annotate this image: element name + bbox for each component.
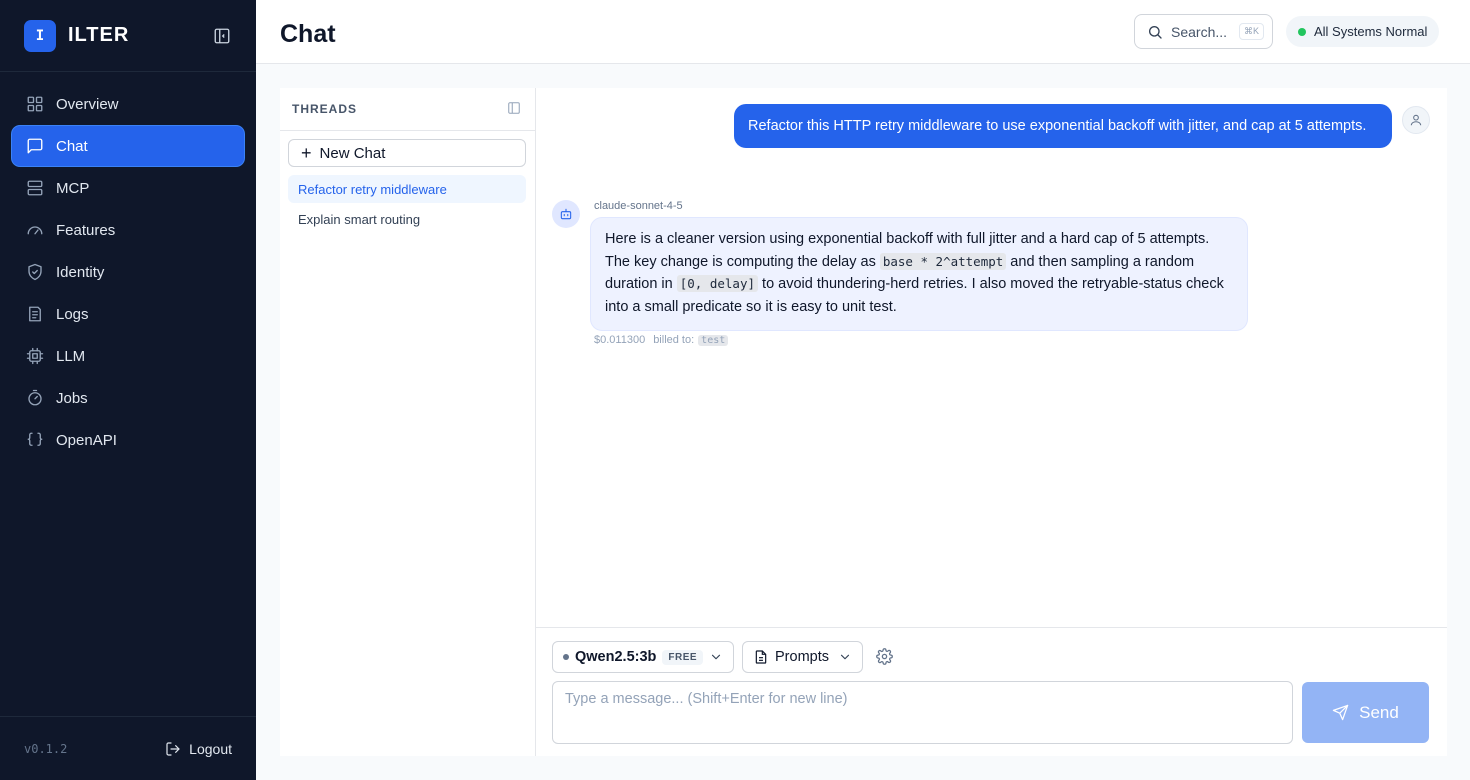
gear-icon (876, 648, 893, 665)
sidebar-item-identity[interactable]: Identity (12, 252, 244, 292)
sidebar-item-label: MCP (56, 179, 90, 197)
status-text: All Systems Normal (1314, 24, 1428, 39)
threads-title: THREADS (292, 102, 358, 116)
brand-logo: I (24, 19, 56, 52)
sidebar-footer: v0.1.2 Logout (0, 716, 256, 780)
message-meta: $0.011300 billed to: test (594, 334, 729, 346)
threads-collapse-button[interactable] (507, 101, 523, 117)
thread-list: Refactor retry middleware Explain smart … (280, 175, 535, 233)
model-name: Qwen2.5:3b (575, 649, 657, 665)
sidebar-item-label: Identity (56, 263, 105, 281)
sidebar-item-mcp[interactable]: MCP (12, 168, 244, 208)
gauge-icon (27, 226, 43, 235)
chevron-down-icon (840, 654, 850, 660)
sidebar-item-label: Features (56, 221, 116, 239)
logout-icon (166, 741, 180, 756)
sidebar-item-llm[interactable]: LLM (12, 336, 244, 376)
sidebar-item-label: Jobs (56, 389, 88, 407)
chevron-down-icon (711, 654, 721, 660)
grid-icon (27, 96, 43, 112)
message-cost: $0.011300 (594, 334, 646, 346)
prompts-label: Prompts (775, 649, 829, 665)
plus-icon: + (301, 142, 312, 163)
logs-icon (29, 306, 41, 322)
sidebar-item-label: OpenAPI (56, 431, 117, 449)
inline-code: [0, delay] (676, 275, 759, 292)
sidebar-item-label: Logs (56, 305, 89, 323)
prompts-button[interactable]: Prompts (742, 641, 863, 673)
sidebar-nav: Overview Chat MCP Features Identity Logs… (0, 72, 256, 474)
sidebar-item-features[interactable]: Features (12, 210, 244, 250)
sidebar-item-chat[interactable]: Chat (12, 126, 244, 166)
new-chat-button[interactable]: + New Chat (288, 139, 526, 167)
billed-label: billed to: (653, 334, 695, 346)
timer-icon (28, 389, 42, 406)
search-placeholder: Search... (1171, 23, 1228, 40)
server-icon (27, 180, 43, 196)
new-chat-label: New Chat (319, 144, 386, 162)
send-icon (1332, 704, 1349, 721)
user-avatar (1402, 106, 1430, 134)
search-input[interactable]: Search... ⌘K (1134, 14, 1273, 49)
chat-area: Refactor this HTTP retry middleware to u… (536, 88, 1447, 756)
send-button[interactable]: Send (1302, 682, 1429, 743)
sidebar-item-label: LLM (56, 347, 86, 365)
send-label: Send (1359, 702, 1399, 722)
version-label: v0.1.2 (24, 741, 68, 756)
assistant-model-label: claude-sonnet-4-5 (594, 200, 683, 212)
braces-icon (27, 432, 43, 446)
sidebar-item-overview[interactable]: Overview (12, 84, 244, 124)
message-input[interactable] (552, 681, 1293, 744)
shield-icon (28, 263, 42, 281)
sidebar-item-openapi[interactable]: OpenAPI (12, 420, 244, 460)
sidebar-item-label: Chat (56, 137, 88, 155)
model-status-dot (563, 654, 569, 660)
inline-code: base * 2^attempt (879, 252, 1007, 270)
chat-icon (27, 138, 43, 154)
logout-label: Logout (189, 740, 232, 757)
settings-button[interactable] (876, 648, 894, 666)
sidebar-item-jobs[interactable]: Jobs (12, 378, 244, 418)
assistant-avatar (552, 200, 580, 228)
brand: I ILTER (0, 0, 256, 72)
threads-panel: THREADS + New Chat Refactor retry middle… (280, 88, 536, 756)
billed-to-tag: test (698, 334, 729, 346)
thread-item-explain-smart-routing[interactable]: Explain smart routing (288, 205, 526, 233)
sidebar-collapse-button[interactable] (212, 26, 232, 46)
assistant-message: Here is a cleaner version using exponent… (590, 217, 1248, 331)
cpu-icon (26, 347, 44, 365)
sidebar-item-label: Overview (56, 95, 119, 113)
panel-left-icon (508, 102, 520, 114)
model-badge: FREE (662, 649, 704, 665)
model-select[interactable]: Qwen2.5:3b FREE (552, 641, 734, 673)
search-icon (1149, 25, 1162, 39)
sidebar-item-logs[interactable]: Logs (12, 294, 244, 334)
document-icon (755, 650, 767, 664)
threads-header: THREADS (280, 88, 535, 131)
top-header: Chat Search... ⌘K All Systems Normal (256, 0, 1470, 64)
page-title: Chat (280, 20, 336, 48)
composer: Qwen2.5:3b FREE Prompts Send (536, 627, 1447, 756)
user-icon (1410, 114, 1422, 126)
status-dot (1298, 27, 1306, 36)
bot-icon (560, 208, 572, 220)
user-message: Refactor this HTTP retry middleware to u… (734, 104, 1392, 148)
brand-name: ILTER (68, 24, 130, 46)
logout-button[interactable]: Logout (165, 741, 232, 757)
panel-left-icon (214, 28, 230, 43)
status-badge: All Systems Normal (1286, 16, 1440, 47)
search-shortcut: ⌘K (1238, 23, 1264, 40)
sidebar: I ILTER Overview Chat MCP Features Ident… (0, 0, 256, 780)
thread-item-refactor-retry-middleware[interactable]: Refactor retry middleware (288, 175, 526, 203)
